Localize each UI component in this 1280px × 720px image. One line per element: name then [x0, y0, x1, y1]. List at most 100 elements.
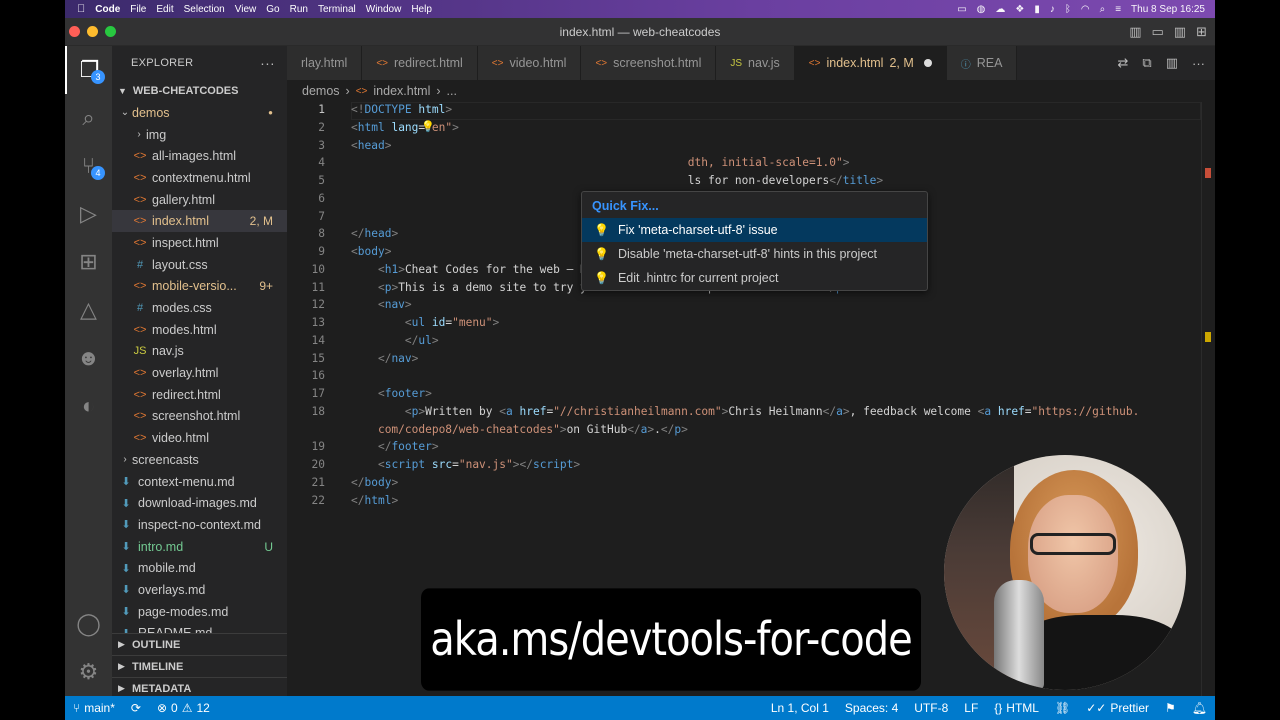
- extensions-icon[interactable]: ⊞: [65, 238, 112, 286]
- code-line[interactable]: dth, initial-scale=1.0">: [351, 156, 850, 169]
- code-line[interactable]: ls for non-developers</title>: [351, 174, 883, 187]
- tree-item[interactable]: ⬇ inspect-no-context.md: [112, 514, 287, 536]
- tree-item[interactable]: <> contextmenu.html: [112, 167, 287, 189]
- tree-item[interactable]: # layout.css: [112, 254, 287, 276]
- problems-indicator[interactable]: ⊗ 0 ⚠ 12: [149, 701, 218, 715]
- breadcrumb-symbol[interactable]: ...: [447, 84, 457, 98]
- encoding[interactable]: UTF-8: [906, 701, 956, 715]
- workspace-root[interactable]: ▼ WEB-CHEATCODES: [112, 80, 287, 102]
- edge-devtools-icon[interactable]: ◐: [65, 382, 112, 430]
- battery-icon[interactable]: ▮: [1034, 4, 1040, 15]
- close-window-button[interactable]: [69, 26, 80, 37]
- tree-item[interactable]: ⬇ mobile.md: [112, 557, 287, 579]
- branch-indicator[interactable]: ⑂ main*: [65, 701, 123, 715]
- editor-tab[interactable]: <> redirect.html: [362, 46, 478, 80]
- zoom-window-button[interactable]: [105, 26, 116, 37]
- control-center-icon[interactable]: ≡: [1115, 4, 1121, 15]
- sync-icon[interactable]: ⟳: [123, 701, 149, 715]
- end-of-line[interactable]: LF: [956, 701, 986, 715]
- code-line[interactable]: <!DOCTYPE html>: [351, 103, 452, 116]
- code-line[interactable]: <footer>: [351, 387, 432, 400]
- editor-more-icon[interactable]: ···: [1192, 56, 1205, 71]
- editor-tab[interactable]: <> screenshot.html: [581, 46, 717, 80]
- feedback-icon[interactable]: ⚑: [1157, 701, 1184, 715]
- more-actions-icon[interactable]: ···: [260, 55, 287, 71]
- lightbulb-icon[interactable]: 💡: [421, 120, 435, 133]
- section-timeline[interactable]: ▶ TIMELINE: [112, 655, 287, 677]
- toggle-panel-icon[interactable]: ▭: [1152, 24, 1164, 40]
- language-mode[interactable]: {} HTML: [986, 701, 1047, 715]
- tree-item[interactable]: <> index.html 2, M: [112, 210, 287, 233]
- code-line[interactable]: </head>: [351, 227, 398, 240]
- indentation[interactable]: Spaces: 4: [837, 701, 906, 715]
- azure-icon[interactable]: △: [65, 286, 112, 334]
- menu-edit[interactable]: Edit: [156, 4, 183, 15]
- tree-item[interactable]: <> redirect.html: [112, 384, 287, 406]
- quick-fix-item-edit-hintrc[interactable]: 💡 Edit .hintrc for current project: [582, 266, 927, 290]
- code-line[interactable]: <ul id="menu">: [351, 316, 499, 329]
- code-line[interactable]: </body>: [351, 476, 398, 489]
- explorer-icon[interactable]: ❐ 3: [65, 46, 112, 94]
- editor-tab[interactable]: <> video.html: [477, 46, 582, 80]
- section-outline[interactable]: ▶ OUTLINE: [112, 633, 287, 655]
- tree-item[interactable]: ⌄ demos ●: [112, 102, 287, 124]
- code-line[interactable]: </ul>: [351, 334, 439, 347]
- section-metadata[interactable]: ▶ METADATA: [112, 677, 287, 696]
- dropbox-icon[interactable]: ❖: [1015, 4, 1024, 15]
- tree-item[interactable]: ⬇ download-images.md: [112, 492, 287, 514]
- tree-item[interactable]: ⬇ overlays.md: [112, 579, 287, 601]
- apple-icon[interactable]: : [65, 3, 95, 15]
- menu-selection[interactable]: Selection: [184, 4, 235, 15]
- accounts-icon[interactable]: ◯: [65, 600, 112, 648]
- run-debug-icon[interactable]: ▷: [65, 190, 112, 238]
- screen-mirror-icon[interactable]: ▭: [957, 4, 966, 15]
- toggle-sidebar-icon[interactable]: ▥: [1129, 24, 1141, 40]
- code-line[interactable]: <head>: [351, 139, 391, 152]
- breadcrumb-folder[interactable]: demos: [302, 84, 340, 98]
- settings-gear-icon[interactable]: ⚙: [65, 648, 112, 696]
- search-icon[interactable]: ⌕: [65, 94, 112, 142]
- tree-item[interactable]: <> gallery.html: [112, 189, 287, 211]
- copilot-icon[interactable]: ☻: [65, 334, 112, 382]
- tree-item[interactable]: ⬇ page-modes.md: [112, 601, 287, 623]
- source-control-icon[interactable]: ⑂ 4: [65, 142, 112, 190]
- code-line[interactable]: com/codepo8/web-cheatcodes">on GitHub</a…: [351, 423, 688, 436]
- menubar-clock[interactable]: Thu 8 Sep 16:25: [1131, 4, 1205, 15]
- code-line[interactable]: <nav>: [351, 298, 412, 311]
- menu-terminal[interactable]: Terminal: [318, 4, 366, 15]
- wifi-icon[interactable]: ◠: [1081, 4, 1090, 15]
- editor-scrollbar[interactable]: [1201, 102, 1215, 696]
- tree-item[interactable]: JS nav.js: [112, 341, 287, 363]
- menu-go[interactable]: Go: [266, 4, 289, 15]
- cloud-icon[interactable]: ☁: [995, 4, 1005, 15]
- menu-run[interactable]: Run: [290, 4, 318, 15]
- globe-icon[interactable]: ◍: [977, 4, 986, 15]
- tree-item[interactable]: <> overlay.html: [112, 362, 287, 384]
- tree-item[interactable]: <> modes.html: [112, 319, 287, 341]
- code-line[interactable]: <script src="nav.js"></script>: [351, 458, 580, 471]
- tree-item[interactable]: <> mobile-versio... 9+: [112, 276, 287, 298]
- prettier-status[interactable]: ✓✓ Prettier: [1078, 701, 1157, 715]
- editor-tab[interactable]: JS nav.js: [716, 46, 795, 80]
- code-line[interactable]: </footer>: [351, 440, 439, 453]
- tree-item[interactable]: ⬇ context-menu.md: [112, 471, 287, 493]
- app-menu[interactable]: Code: [95, 4, 130, 15]
- editor-tab[interactable]: rlay.html: [287, 46, 363, 80]
- tree-item[interactable]: <> all-images.html: [112, 145, 287, 167]
- code-line[interactable]: </nav>: [351, 352, 418, 365]
- quick-fix-item-disable[interactable]: 💡 Disable 'meta-charset-utf-8' hints in t…: [582, 242, 927, 266]
- spotlight-icon[interactable]: ⌕: [1100, 4, 1106, 15]
- tree-item[interactable]: <> video.html: [112, 427, 287, 449]
- git-compare-icon[interactable]: ⇄: [1118, 55, 1129, 71]
- breadcrumb-file[interactable]: index.html: [373, 84, 430, 98]
- menu-help[interactable]: Help: [411, 4, 442, 15]
- tree-item[interactable]: › img: [112, 124, 287, 146]
- code-line[interactable]: </html>: [351, 494, 398, 507]
- editor-tab[interactable]: ⓘ REA: [946, 46, 1018, 80]
- tree-item[interactable]: ⬇ intro.md U: [112, 536, 287, 558]
- toggle-secondary-sidebar-icon[interactable]: ▥: [1174, 24, 1186, 40]
- live-share-icon[interactable]: ⛓: [1047, 701, 1078, 715]
- cursor-position[interactable]: Ln 1, Col 1: [763, 701, 837, 715]
- editor-tab[interactable]: <> index.html 2, M: [794, 46, 947, 80]
- tree-item[interactable]: # modes.css: [112, 297, 287, 319]
